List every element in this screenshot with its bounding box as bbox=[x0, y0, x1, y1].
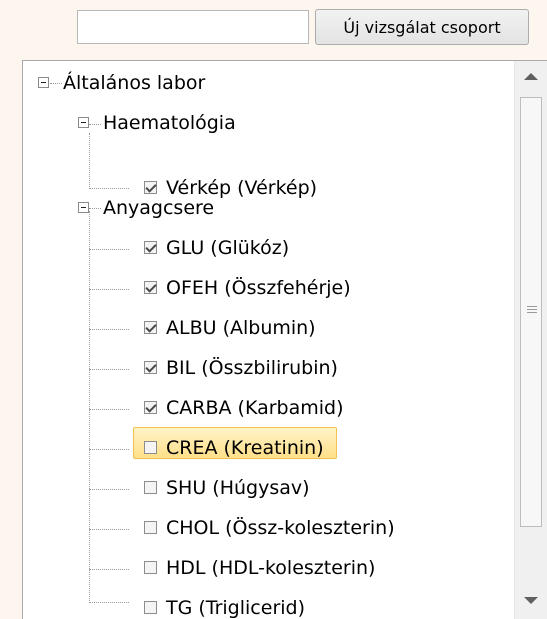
checkbox[interactable] bbox=[144, 561, 157, 574]
tree-item-label: CREA (Kreatinin) bbox=[166, 437, 324, 459]
tree-item-label: OFEH (Összfehérje) bbox=[166, 277, 351, 299]
scroll-up-icon[interactable] bbox=[524, 73, 538, 80]
tree-item[interactable]: HDL (HDL-koleszterin) bbox=[23, 550, 503, 586]
tree-item-label: BIL (Összbilirubin) bbox=[166, 357, 338, 379]
tree-item-label: SHU (Húgysav) bbox=[166, 477, 310, 499]
vertical-scrollbar[interactable] bbox=[514, 61, 547, 619]
checkbox[interactable] bbox=[144, 521, 157, 534]
search-input[interactable] bbox=[77, 10, 309, 44]
checkbox[interactable] bbox=[144, 441, 157, 454]
grip-icon bbox=[527, 309, 537, 310]
tree-item[interactable]: OFEH (Összfehérje) bbox=[23, 270, 503, 306]
tree-item[interactable]: GLU (Glükóz) bbox=[23, 230, 503, 266]
tree-item-label: CARBA (Karbamid) bbox=[166, 397, 344, 419]
tree-node-label: Általános labor bbox=[63, 72, 206, 94]
tree-item-selected[interactable]: CREA (Kreatinin) bbox=[23, 430, 503, 466]
grip-icon bbox=[527, 312, 537, 313]
tree-item[interactable]: TG (Triglicerid) bbox=[23, 590, 503, 619]
tree-item-label: ALBU (Albumin) bbox=[166, 317, 316, 339]
test-tree[interactable]: Általános labor Haematológia Vérkép (Vér… bbox=[22, 60, 547, 619]
tree-node-group[interactable]: Haematológia bbox=[23, 105, 503, 141]
tree-item-label: TG (Triglicerid) bbox=[166, 597, 306, 619]
tree-item-label: GLU (Glükóz) bbox=[166, 237, 290, 259]
tree-item-label: HDL (HDL-koleszterin) bbox=[166, 557, 376, 579]
grip-icon bbox=[527, 306, 537, 307]
collapse-toggle-icon[interactable] bbox=[78, 202, 89, 213]
tree-item[interactable]: CHOL (Össz-koleszterin) bbox=[23, 510, 503, 546]
checkbox[interactable] bbox=[144, 601, 157, 614]
checkbox[interactable] bbox=[144, 361, 157, 374]
tree-node-group[interactable]: Anyagcsere bbox=[23, 190, 503, 226]
scrollbar-thumb[interactable] bbox=[520, 97, 542, 527]
checkbox[interactable] bbox=[144, 241, 157, 254]
tree-item[interactable]: SHU (Húgysav) bbox=[23, 470, 503, 506]
tree-item-label: CHOL (Össz-koleszterin) bbox=[166, 517, 395, 539]
new-test-group-button[interactable]: Új vizsgálat csoport bbox=[315, 9, 529, 45]
tree-item[interactable]: CARBA (Karbamid) bbox=[23, 390, 503, 426]
collapse-toggle-icon[interactable] bbox=[78, 117, 89, 128]
tree-item[interactable]: BIL (Összbilirubin) bbox=[23, 350, 503, 386]
checkbox[interactable] bbox=[144, 401, 157, 414]
checkbox[interactable] bbox=[144, 321, 157, 334]
tree-node-label: Anyagcsere bbox=[103, 197, 215, 219]
tree-item[interactable]: ALBU (Albumin) bbox=[23, 310, 503, 346]
checkbox[interactable] bbox=[144, 481, 157, 494]
tree-node-label: Haematológia bbox=[103, 112, 236, 134]
collapse-toggle-icon[interactable] bbox=[38, 77, 49, 88]
checkbox[interactable] bbox=[144, 281, 157, 294]
tree-node-root[interactable]: Általános labor bbox=[23, 65, 503, 101]
scroll-down-icon[interactable] bbox=[524, 597, 538, 604]
